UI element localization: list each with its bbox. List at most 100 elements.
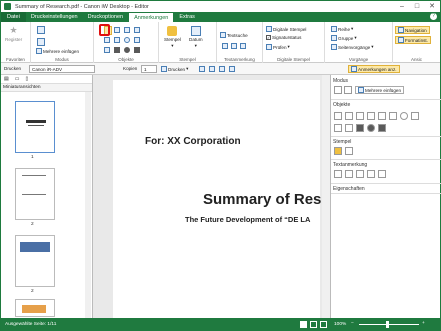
text-box-icon[interactable] [345, 112, 353, 120]
tab-anmerkungen[interactable]: Anmerkungen [128, 12, 175, 22]
seitenvorgaenge-button[interactable]: Seitenvorgänge ▾ [331, 44, 374, 50]
mehrere-einfuegen-button[interactable]: Mehrere einfügen [36, 48, 79, 54]
printer-icon [161, 66, 167, 72]
filled-ellipse-icon[interactable] [367, 124, 375, 132]
thumbnail-page[interactable] [15, 299, 55, 317]
text-tool-icon-5[interactable] [378, 170, 386, 178]
minimize-icon[interactable]: – [396, 2, 408, 11]
filled-rect-icon[interactable] [114, 47, 120, 53]
comment-tab-icon[interactable]: ▭ [15, 76, 20, 82]
text-tool-icon-4[interactable] [367, 170, 375, 178]
tab-druckoptionen[interactable]: Druckoptionen [83, 12, 128, 22]
drucken-button[interactable]: Drucken ▾ [161, 66, 188, 72]
view-mode-icon-3[interactable] [320, 321, 327, 328]
thumbnail-page[interactable] [15, 235, 55, 287]
view-mode-icon-2[interactable] [310, 321, 317, 328]
navigation-button[interactable]: Navigation [395, 26, 430, 34]
mehrere-einfuegen-panel-button[interactable]: Mehrere einfügen [355, 86, 405, 94]
tab-datei[interactable]: Datei [1, 12, 26, 22]
zoom-slider-thumb[interactable] [386, 321, 389, 328]
register-button[interactable]: ★ Register [5, 25, 22, 42]
select-arrow-icon[interactable] [37, 26, 45, 34]
thumbnail-scrollbar[interactable] [85, 92, 91, 318]
zoom-in-icon[interactable]: + [422, 321, 425, 326]
select-icon[interactable] [334, 86, 342, 94]
view-mode-icon-1[interactable] [300, 321, 307, 328]
tab-druckeinstellungen[interactable]: Druckeinstellungen [26, 12, 83, 22]
thumbnail-page[interactable] [15, 168, 55, 220]
multi-insert-icon [358, 87, 364, 93]
text-tool-icon-2[interactable] [231, 43, 237, 49]
editor-window: Summary of Research.pdf - Canon iW Deskt… [0, 0, 441, 331]
formatinst-button[interactable]: Formatinst. [395, 36, 431, 44]
group-vorgaenge: Reihe ▾ Gruppe ▾ Seitenvorgänge ▾ Vorgänge [325, 22, 393, 63]
filled-ellipse-icon[interactable] [124, 47, 130, 53]
modus-header: Modus [333, 78, 349, 84]
tab-extras[interactable]: Extras [174, 12, 200, 22]
text-tool-icon-3[interactable] [240, 43, 246, 49]
format-icon [398, 37, 404, 43]
text-a-icon[interactable] [334, 112, 342, 120]
zoom-slider[interactable] [359, 324, 419, 325]
text-tool-icon-1[interactable] [334, 170, 342, 178]
arrow-icon[interactable] [367, 112, 375, 120]
reihe-button[interactable]: Reihe ▾ [331, 26, 353, 32]
ribbon: ★ Register Favoriten Mehrere einfügen Mo… [1, 22, 440, 63]
filled-polygon-icon[interactable] [378, 124, 386, 132]
close-icon[interactable]: ✕ [426, 2, 438, 11]
signaturstatus-checkbox[interactable]: ✓ Signaturstatus [266, 35, 301, 40]
textsuche-button[interactable]: Textsuche [220, 32, 248, 38]
document-subtitle: The Future Development of “DE LA [185, 215, 311, 224]
kopien-input[interactable]: 1 [141, 65, 157, 73]
stempel-button[interactable]: Stempel ▾ [164, 26, 181, 49]
pruefen-button[interactable]: Prüfen ▾ [266, 44, 290, 50]
zoom-out-icon[interactable]: − [351, 321, 354, 326]
text-box-icon[interactable] [114, 27, 120, 33]
pen-icon[interactable] [104, 47, 110, 53]
filled-rect-icon[interactable] [356, 124, 364, 132]
line-icon[interactable] [124, 27, 130, 33]
text-search-icon [220, 32, 226, 38]
hand-icon[interactable] [37, 38, 45, 46]
gruppe-button[interactable]: Gruppe ▾ [331, 35, 357, 41]
app-icon [4, 3, 11, 10]
datum-button[interactable]: Datum ▾ [189, 26, 203, 49]
digital-stamp-icon [266, 26, 272, 32]
text-tool-icon-2[interactable] [345, 170, 353, 178]
marker-icon[interactable] [334, 124, 342, 132]
help-icon[interactable]: ? [430, 13, 437, 20]
page-number: 1 [31, 155, 34, 160]
tool-icon-b[interactable] [209, 66, 215, 72]
group-icon [331, 35, 337, 41]
text-tool-icon-1[interactable] [222, 43, 228, 49]
tool-icon-c[interactable] [219, 66, 225, 72]
bookmark-tab-icon[interactable]: ▯ [25, 76, 28, 82]
polygon-icon[interactable] [134, 37, 140, 43]
anmerkungen-anzeigen-button[interactable]: Anmerkungen anz. [348, 65, 400, 73]
digitale-stempel-button[interactable]: Digitale Stempel [266, 26, 306, 32]
tool-icon-a[interactable] [199, 66, 205, 72]
ellipse-icon[interactable] [124, 37, 130, 43]
text-tool-icon[interactable] [356, 112, 364, 120]
date-stamp-icon[interactable] [345, 147, 353, 155]
panel-icons: ▤ ▭ ▯ [1, 75, 92, 84]
thumbnail-tab-icon[interactable]: ▤ [4, 76, 9, 82]
hand-icon[interactable] [344, 86, 352, 94]
arrow-icon[interactable] [134, 27, 140, 33]
thumbnail-page[interactable] [15, 101, 55, 153]
polygon-icon[interactable] [411, 112, 419, 120]
stamp-icon[interactable] [334, 147, 342, 155]
filled-polygon-icon[interactable] [134, 47, 140, 53]
tool-icon-d[interactable] [229, 66, 235, 72]
ellipse-icon[interactable] [400, 112, 408, 120]
rect-icon[interactable] [114, 37, 120, 43]
maximize-icon[interactable]: □ [411, 2, 423, 11]
line-icon[interactable] [378, 112, 386, 120]
marker-icon[interactable] [104, 37, 110, 43]
pen-icon[interactable] [345, 124, 353, 132]
rect-icon[interactable] [389, 112, 397, 120]
document-scrollbar[interactable] [322, 75, 330, 318]
text-tool-icon-3[interactable] [356, 170, 364, 178]
printer-select[interactable]: Canon iR-ADV [29, 65, 95, 73]
multi-insert-icon [36, 48, 42, 54]
